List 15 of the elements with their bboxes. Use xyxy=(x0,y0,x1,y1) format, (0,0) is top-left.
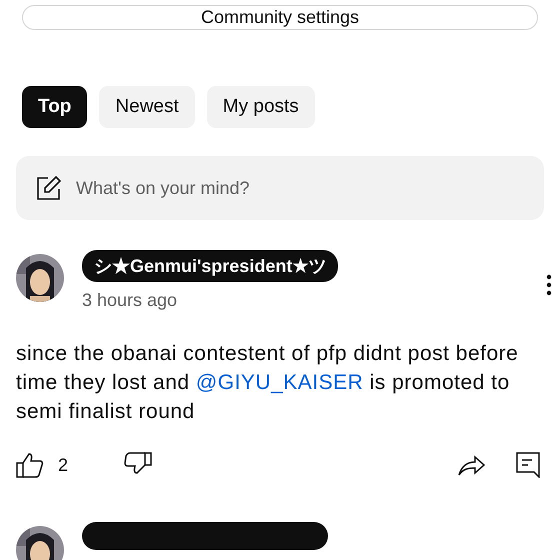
filter-tab[interactable]: Top xyxy=(22,86,88,128)
edit-icon xyxy=(36,175,62,201)
like-icon[interactable] xyxy=(16,452,44,478)
mention-link[interactable]: @GIYU_KAISER xyxy=(196,371,364,394)
more-options-icon[interactable] xyxy=(546,274,552,296)
post-composer-field[interactable]: What's on your mind? xyxy=(16,156,544,220)
author-name[interactable]: シ★Genmui'spresident★ツ xyxy=(82,250,338,282)
like-count: 2 xyxy=(58,454,68,476)
post-text: since the obanai contestent of pfp didnt post before time they lost and @GIYU_KAISER is promoted to semi finalist round xyxy=(16,341,520,425)
community-settings-button[interactable]: Community settings xyxy=(22,5,538,30)
filter-tab[interactable]: My posts xyxy=(206,86,315,128)
filter-tab[interactable]: Newest xyxy=(99,86,195,128)
share-icon[interactable] xyxy=(458,453,486,477)
comment-icon[interactable] xyxy=(516,452,540,478)
post-time: 3 hours ago xyxy=(82,290,178,311)
